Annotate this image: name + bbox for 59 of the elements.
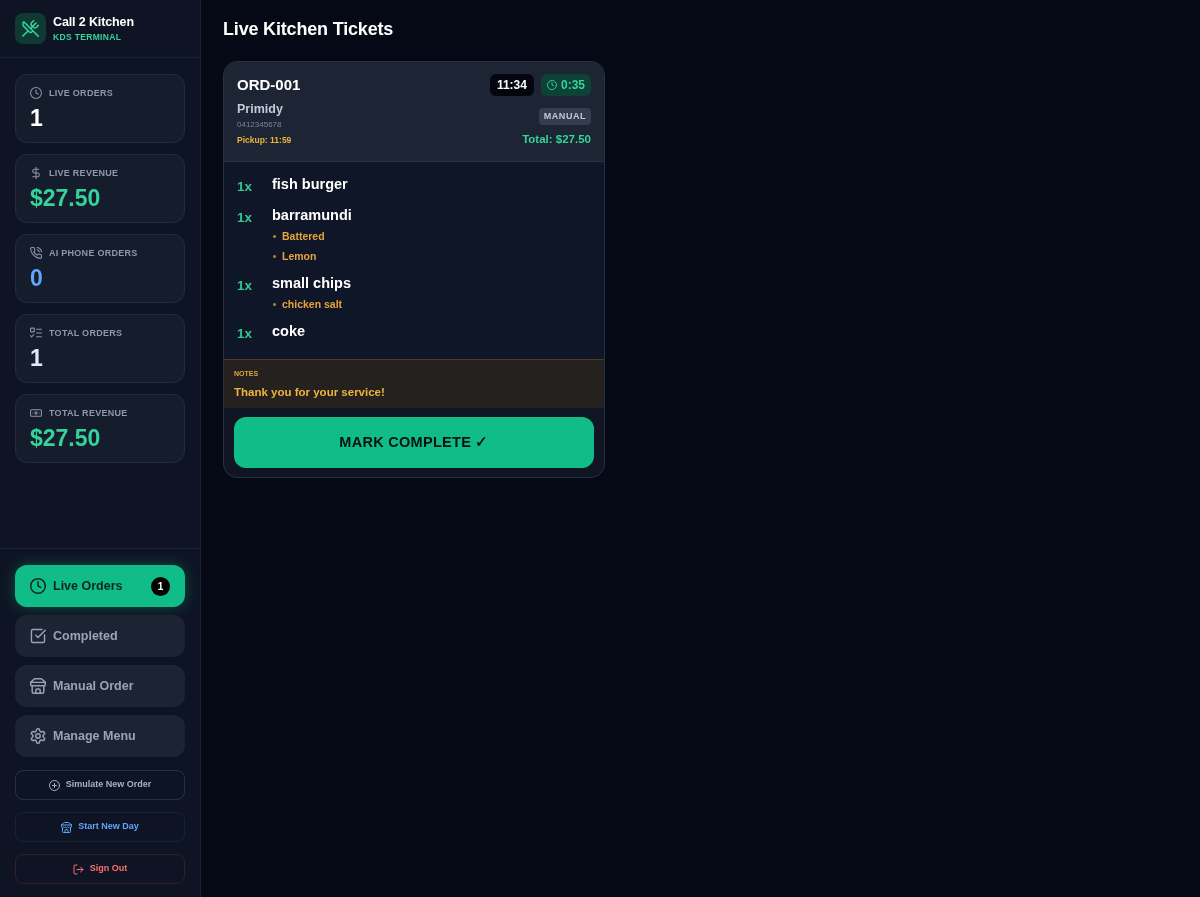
app-subtitle: KDS TERMINAL bbox=[53, 31, 123, 43]
stat-label: AI PHONE ORDERS bbox=[49, 247, 138, 259]
source-tag: MANUAL bbox=[538, 108, 591, 125]
phone-call-icon bbox=[30, 247, 42, 259]
checklist-icon bbox=[30, 327, 42, 339]
clock-icon bbox=[546, 80, 557, 90]
item-modifier: Battered bbox=[282, 229, 325, 244]
order-time: 11:34 bbox=[489, 74, 534, 96]
item-quantity: 1x bbox=[237, 277, 254, 295]
action-button[interactable]: Simulate New Order bbox=[15, 770, 185, 800]
item-quantity: 1x bbox=[237, 178, 254, 196]
clock-icon bbox=[30, 578, 46, 594]
settings-icon bbox=[30, 728, 46, 744]
nav-item[interactable]: Manual Order bbox=[15, 665, 185, 707]
nav-item[interactable]: Manage Menu bbox=[15, 715, 185, 757]
stat-label: TOTAL REVENUE bbox=[49, 407, 128, 419]
plus-circle-icon bbox=[48, 779, 60, 791]
item-name: coke bbox=[272, 322, 306, 341]
checkbox-icon bbox=[30, 628, 46, 644]
bullet-icon bbox=[273, 234, 276, 238]
stat-value: 1 bbox=[30, 344, 43, 372]
customer-name: Primidy bbox=[237, 101, 283, 117]
stat-value: 0 bbox=[30, 264, 43, 292]
order-total: Total: $27.50 bbox=[522, 132, 591, 146]
bullet-icon bbox=[273, 302, 276, 306]
bullet-icon bbox=[273, 254, 276, 258]
nav-item[interactable]: Completed bbox=[15, 615, 185, 657]
stat-value: $27.50 bbox=[30, 424, 101, 452]
elapsed-time: 0:35 bbox=[560, 77, 585, 94]
storefront-icon bbox=[30, 678, 46, 694]
sign-out-icon bbox=[72, 863, 84, 875]
nav-item[interactable]: Live Orders 1 bbox=[15, 565, 185, 607]
order-id: ORD-001 bbox=[237, 75, 301, 95]
storefront-icon bbox=[61, 821, 73, 833]
dollar-sign-icon bbox=[30, 167, 42, 179]
notes-text: Thank you for your service! bbox=[234, 385, 385, 399]
page-title: Live Kitchen Tickets bbox=[223, 18, 394, 41]
action-button[interactable]: Start New Day bbox=[15, 812, 185, 842]
item-modifier: chicken salt bbox=[282, 297, 343, 312]
item-modifier: Lemon bbox=[282, 249, 317, 264]
stat-value: $27.50 bbox=[30, 184, 101, 212]
stat-label: LIVE REVENUE bbox=[49, 167, 119, 179]
mark-complete-button[interactable]: MARK COMPLETE ✓ bbox=[234, 417, 594, 468]
clock-icon bbox=[30, 87, 42, 99]
app-name: Call 2 Kitchen bbox=[53, 14, 134, 30]
action-button[interactable]: Sign Out bbox=[15, 854, 185, 884]
stat-value: 1 bbox=[30, 104, 43, 132]
order-count: 1 bbox=[151, 576, 170, 596]
item-name: fish burger bbox=[272, 175, 348, 194]
item-quantity: 1x bbox=[237, 325, 254, 343]
item-name: small chips bbox=[272, 274, 351, 293]
customer-phone: 0412345678 bbox=[237, 119, 282, 131]
fork-knife-icon bbox=[15, 13, 46, 44]
item-quantity: 1x bbox=[237, 209, 254, 227]
banknote-icon bbox=[30, 407, 42, 419]
pickup-time: Pickup: 11:59 bbox=[237, 134, 292, 146]
stat-label: TOTAL ORDERS bbox=[49, 327, 123, 339]
stat-label: LIVE ORDERS bbox=[49, 87, 113, 99]
item-name: barramundi bbox=[272, 206, 352, 225]
